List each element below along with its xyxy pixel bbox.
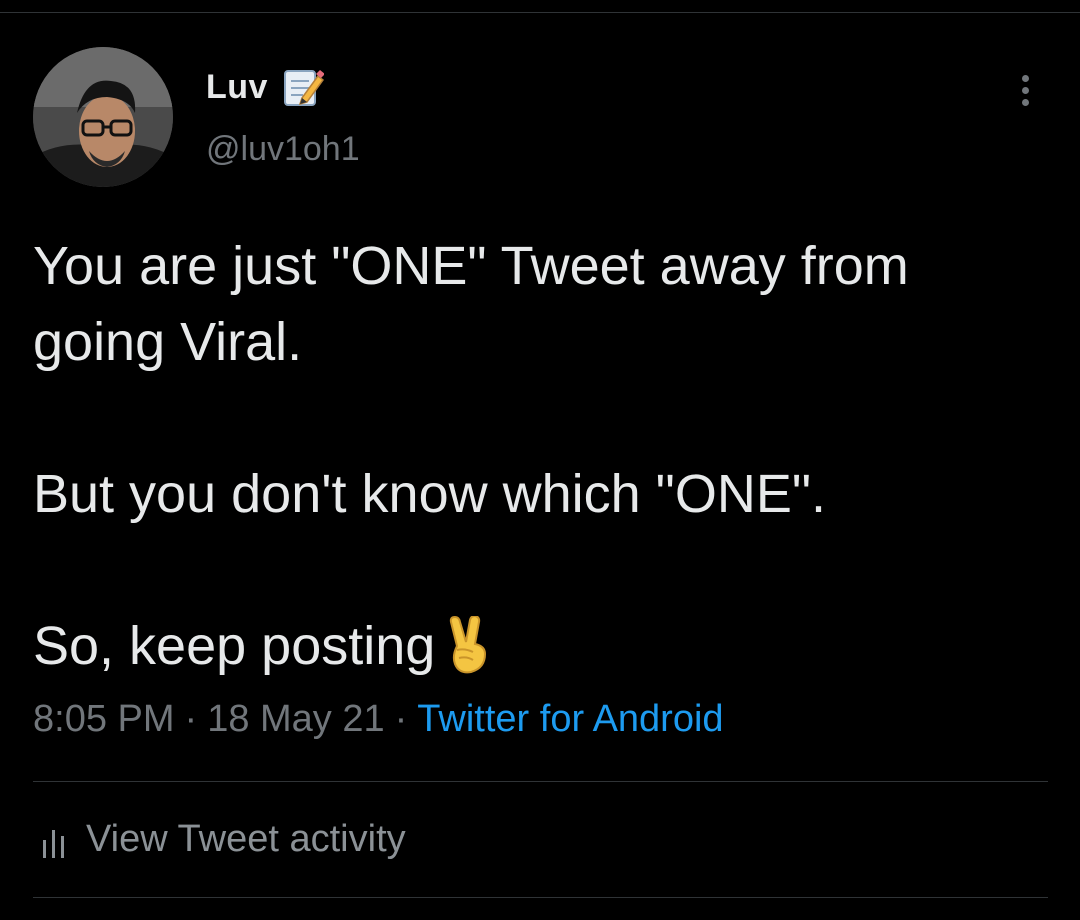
- more-options-icon: [1021, 74, 1029, 82]
- divider: [33, 897, 1048, 898]
- tweet-line: You are just "ONE" Tweet away from: [33, 236, 909, 296]
- tweet-line: [33, 532, 1043, 608]
- avatar[interactable]: [33, 47, 173, 187]
- meta-separator: ·: [394, 698, 408, 740]
- memo-pencil-icon: [282, 66, 325, 108]
- user-handle[interactable]: @luv1oh1: [206, 130, 360, 169]
- tweet-line: But you don't know which "ONE".: [33, 464, 827, 524]
- victory-hand-icon: [443, 614, 499, 674]
- tweet-last-line: So, keep posting: [33, 608, 1043, 684]
- tweet-time[interactable]: 8:05 PM: [33, 698, 175, 740]
- display-name[interactable]: Luv: [206, 68, 268, 107]
- tweet-line: going Viral.: [33, 312, 303, 372]
- more-options-button[interactable]: [1008, 68, 1042, 112]
- name-row: Luv: [206, 66, 325, 108]
- tweet-line: [33, 380, 1043, 456]
- tweet-text: You are just "ONE" Tweet away from going…: [33, 228, 1043, 684]
- meta-separator: ·: [184, 698, 198, 740]
- tweet-meta: 8:05 PM · 18 May 21 · Twitter for Android: [33, 698, 724, 741]
- tweet-source-link[interactable]: Twitter for Android: [417, 698, 723, 740]
- bar-chart-icon: [40, 820, 70, 860]
- tweet-line-text: So, keep posting: [33, 616, 436, 676]
- view-tweet-activity-button[interactable]: View Tweet activity: [40, 818, 406, 861]
- divider: [33, 781, 1048, 782]
- more-options-dot: [1021, 98, 1029, 106]
- avatar-image: [33, 47, 173, 187]
- tweet-date[interactable]: 18 May 21: [207, 698, 384, 740]
- top-divider: [0, 12, 1080, 13]
- more-options-dot: [1021, 86, 1029, 94]
- view-tweet-activity-label: View Tweet activity: [86, 818, 406, 860]
